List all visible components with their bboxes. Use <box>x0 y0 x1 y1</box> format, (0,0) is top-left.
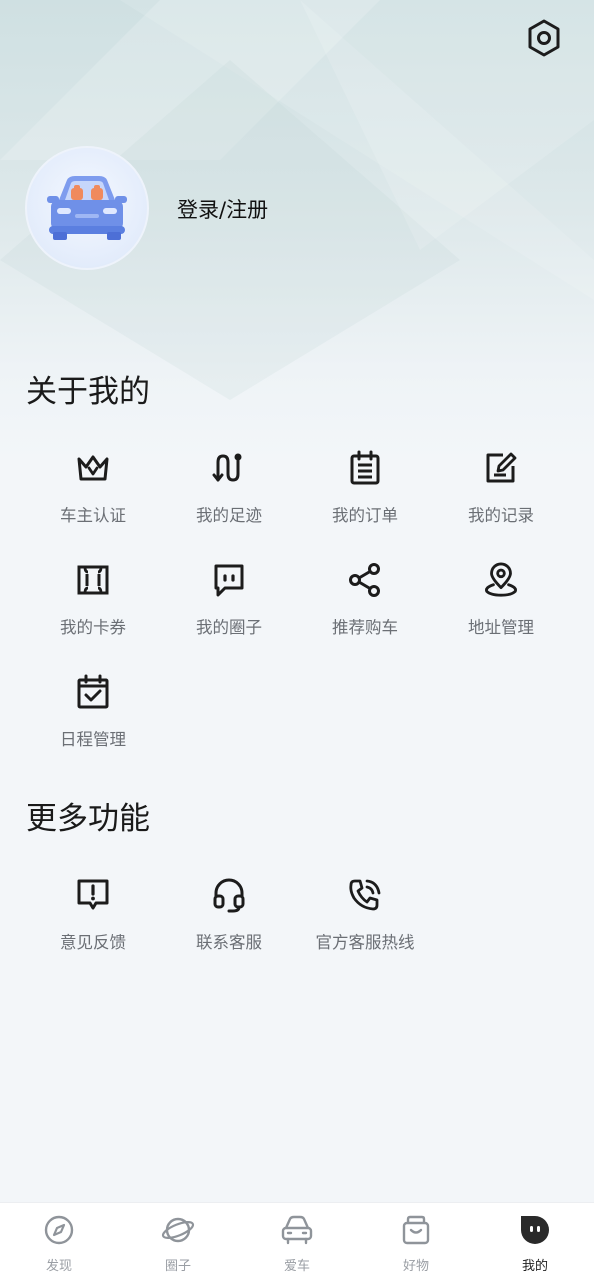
settings-hexagon-icon <box>528 19 560 57</box>
address-management-item[interactable]: 地址管理 <box>433 562 569 652</box>
tab-circles-label: 圈子 <box>164 1259 191 1274</box>
tab-discover-label: 发现 <box>45 1259 72 1274</box>
my-footprint-item[interactable]: 我的足迹 <box>161 450 297 540</box>
tab-my-car-label: 爱车 <box>283 1259 310 1274</box>
about-section-title: 关于我的 <box>26 374 150 410</box>
clipboard-list-icon <box>350 450 380 485</box>
avatar[interactable] <box>25 146 149 270</box>
headset-icon <box>213 878 245 913</box>
planet-icon <box>161 1217 195 1243</box>
chat-square-icon <box>214 564 244 597</box>
my-coupons-item[interactable]: 我的卡券 <box>25 562 161 652</box>
more-section-title: 更多功能 <box>26 801 150 837</box>
tab-circles[interactable]: 圈子 <box>119 1203 237 1280</box>
tab-my-car[interactable]: 爱车 <box>238 1203 356 1280</box>
tab-mine[interactable]: 我的 <box>476 1203 594 1280</box>
calendar-check-icon <box>77 674 109 709</box>
schedule-management-item[interactable]: 日程管理 <box>25 674 161 764</box>
my-orders-item[interactable]: 我的订单 <box>297 450 433 540</box>
settings-button[interactable] <box>522 16 566 60</box>
contact-service-item[interactable]: 联系客服 <box>161 877 297 967</box>
my-records-item[interactable]: 我的记录 <box>433 450 569 540</box>
my-records-label: 我的记录 <box>468 506 534 525</box>
tab-goods-label: 好物 <box>402 1259 429 1274</box>
owner-certification-item[interactable]: 车主认证 <box>25 450 161 540</box>
car-front-icon <box>281 1215 313 1245</box>
tab-discover[interactable]: 发现 <box>0 1203 118 1280</box>
tab-goods[interactable]: 好物 <box>357 1203 475 1280</box>
recommend-buy-car-item[interactable]: 推荐购车 <box>297 562 433 652</box>
recommend-buy-car-label: 推荐购车 <box>332 618 398 637</box>
route-icon <box>212 453 242 482</box>
schedule-management-label: 日程管理 <box>60 730 126 749</box>
tab-mine-label: 我的 <box>521 1259 548 1274</box>
my-orders-label: 我的订单 <box>332 506 398 525</box>
edit-note-icon <box>486 452 517 483</box>
feedback-icon <box>77 879 109 910</box>
owner-certification-label: 车主认证 <box>60 506 126 525</box>
my-coupons-label: 我的卡券 <box>60 618 126 637</box>
address-management-label: 地址管理 <box>468 618 534 637</box>
share-icon <box>349 563 380 597</box>
phone-call-icon <box>349 879 381 911</box>
location-pin-icon <box>485 562 517 597</box>
ticket-icon <box>77 565 109 595</box>
contact-service-label: 联系客服 <box>196 933 262 952</box>
feedback-label: 意见反馈 <box>60 933 126 952</box>
my-circles-label: 我的圈子 <box>196 618 262 637</box>
feedback-item[interactable]: 意见反馈 <box>25 877 161 967</box>
profile-face-icon <box>521 1216 549 1244</box>
compass-icon <box>44 1215 74 1245</box>
car-avatar-icon <box>47 176 127 240</box>
shopping-bag-icon <box>402 1215 430 1245</box>
my-footprint-label: 我的足迹 <box>196 506 262 525</box>
official-hotline-label: 官方客服热线 <box>315 933 415 952</box>
login-register-link[interactable]: 登录/注册 <box>177 194 268 224</box>
my-circles-item[interactable]: 我的圈子 <box>161 562 297 652</box>
crown-icon <box>77 455 109 481</box>
official-hotline-item[interactable]: 官方客服热线 <box>297 877 433 967</box>
bottom-tab-bar: 发现 圈子 爱车 好物 我的 <box>0 1202 594 1280</box>
